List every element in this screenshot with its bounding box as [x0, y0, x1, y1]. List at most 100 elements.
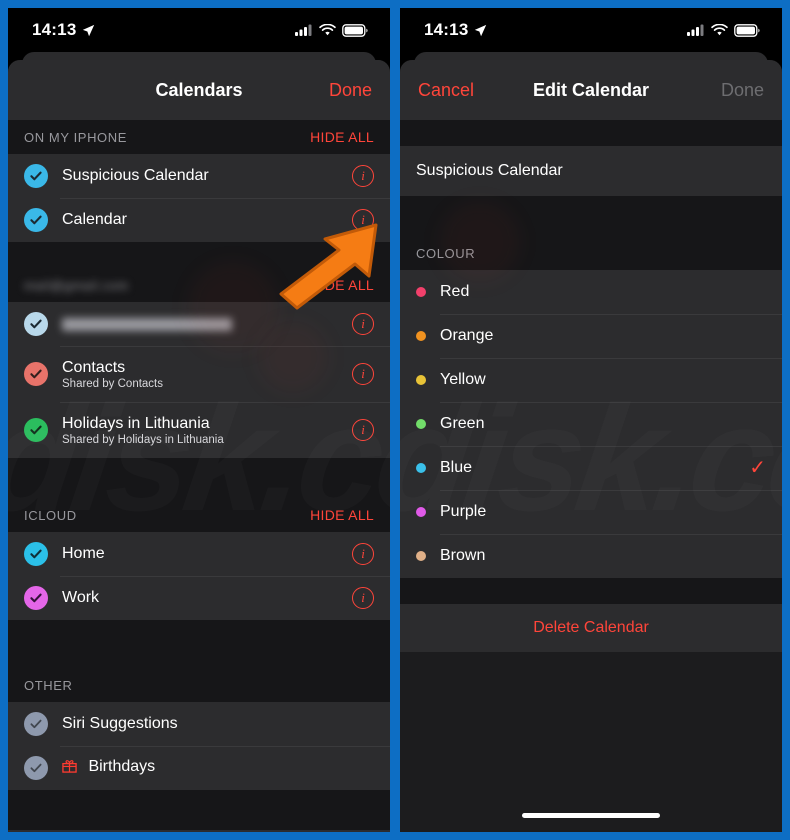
list-item-colour-blue[interactable]: Blue ✓	[400, 446, 782, 490]
list-item-label: Holidays in Lithuania	[62, 414, 210, 432]
battery-full-icon	[342, 23, 368, 37]
info-icon[interactable]: i	[352, 313, 374, 335]
section-gap	[400, 120, 782, 146]
location-arrow-icon	[475, 24, 487, 36]
list-item-label: Home	[62, 545, 105, 562]
list-item-colour-red[interactable]: Red	[400, 270, 782, 314]
list-item-text: Contacts Shared by Contacts	[62, 359, 352, 390]
bottom-toolbar: Add Calendar Hide All	[8, 830, 390, 832]
list-item-text: Holidays in Lithuania Shared by Holidays…	[62, 415, 352, 446]
selected-checkmark-icon: ✓	[749, 457, 766, 479]
list-item-text: Birthdays	[62, 758, 374, 778]
done-button[interactable]: Done	[329, 80, 372, 101]
checkmark-circle-icon[interactable]	[24, 312, 48, 336]
colour-label: Red	[440, 283, 470, 300]
right-sheet-wrapper: disk.com Cancel Edit Calendar Done Suspi…	[400, 52, 782, 832]
info-icon[interactable]: i	[352, 165, 374, 187]
list-item[interactable]: calendar@gmail.com i	[8, 302, 390, 346]
colour-label: Purple	[440, 503, 487, 520]
info-icon[interactable]: i	[352, 419, 374, 441]
colour-dot-icon	[416, 463, 426, 473]
list-item[interactable]: Home i	[8, 532, 390, 576]
colour-dot-icon	[416, 507, 426, 517]
checkmark-circle-icon[interactable]	[24, 208, 48, 232]
list-item-text: Home	[62, 545, 352, 563]
checkmark-circle-icon[interactable]	[24, 756, 48, 780]
section-gap	[8, 790, 390, 830]
calendar-name-input[interactable]: Suspicious Calendar	[400, 146, 782, 196]
status-time: 14:13	[424, 20, 469, 39]
list-item-label: Suspicious Calendar	[62, 167, 209, 184]
list-item-colour-orange[interactable]: Orange	[400, 314, 782, 358]
section-header-colour: COLOUR	[400, 236, 782, 270]
hide-all-link[interactable]: HIDE ALL	[310, 277, 374, 293]
list-item[interactable]: Birthdays	[8, 746, 390, 790]
list-item-label: Siri Suggestions	[62, 715, 178, 732]
cellular-signal-icon	[687, 24, 704, 36]
list-item[interactable]: Siri Suggestions	[8, 702, 390, 746]
home-indicator-area-right	[400, 798, 782, 832]
status-bar-left-group: 14:13	[424, 20, 487, 40]
status-bar-right-group	[295, 23, 368, 37]
section-header-on-my-iphone: ON MY IPHONE HIDE ALL	[8, 120, 390, 154]
list-item-colour-yellow[interactable]: Yellow	[400, 358, 782, 402]
calendar-group-other: Siri Suggestions Birthdays	[8, 702, 390, 790]
list-item-colour-green[interactable]: Green	[400, 402, 782, 446]
colour-dot-icon	[416, 375, 426, 385]
list-item-label: Work	[62, 589, 100, 606]
list-item[interactable]: Work i	[8, 576, 390, 620]
list-item-colour-purple[interactable]: Purple	[400, 490, 782, 534]
colour-label: Brown	[440, 547, 486, 564]
colour-label: Blue	[440, 459, 473, 476]
list-item[interactable]: Calendar i	[8, 198, 390, 242]
cellular-signal-icon	[295, 24, 312, 36]
gift-icon	[62, 758, 77, 778]
status-bar-left: 14:13	[8, 8, 390, 52]
checkmark-circle-icon[interactable]	[24, 712, 48, 736]
colour-dot-icon	[416, 287, 426, 297]
status-time: 14:13	[32, 20, 77, 39]
checkmark-circle-icon[interactable]	[24, 542, 48, 566]
checkmark-circle-icon[interactable]	[24, 418, 48, 442]
info-icon[interactable]: i	[352, 543, 374, 565]
colour-label: Yellow	[440, 371, 486, 388]
info-icon[interactable]: i	[352, 587, 374, 609]
list-item-colour-brown[interactable]: Brown	[400, 534, 782, 578]
list-item[interactable]: Contacts Shared by Contacts i	[8, 346, 390, 402]
colour-label: Orange	[440, 327, 494, 344]
right-phone-screenshot: 14:13 Cancel Edit Calendar Done Suspicio…	[400, 8, 782, 832]
hide-all-link[interactable]: HIDE ALL	[310, 129, 374, 145]
colour-dot-icon	[416, 551, 426, 561]
section-title: ICLOUD	[24, 507, 77, 523]
calendar-group-account: calendar@gmail.com i Contacts Shared by …	[8, 302, 390, 458]
section-title: ON MY IPHONE	[24, 129, 128, 145]
left-phone-screenshot: 14:13 Calendars Done ON MY IPHONE HIDE A…	[8, 8, 390, 832]
status-bar-left-group: 14:13	[32, 20, 95, 40]
section-gap	[8, 458, 390, 498]
info-icon[interactable]: i	[352, 363, 374, 385]
checkmark-circle-icon[interactable]	[24, 586, 48, 610]
list-item-text: Calendar	[62, 211, 352, 229]
list-item[interactable]: Holidays in Lithuania Shared by Holidays…	[8, 402, 390, 458]
section-gap	[400, 196, 782, 236]
checkmark-circle-icon[interactable]	[24, 362, 48, 386]
calendars-sheet: Calendars Done ON MY IPHONE HIDE ALL Sus…	[8, 60, 390, 832]
edit-calendar-body: Suspicious Calendar COLOUR Red Orange Ye…	[400, 120, 782, 832]
section-header-other: OTHER	[8, 668, 390, 702]
checkmark-circle-icon[interactable]	[24, 164, 48, 188]
battery-full-icon	[734, 23, 760, 37]
wifi-icon	[711, 24, 728, 36]
status-bar-right: 14:13	[400, 8, 782, 52]
section-gap	[400, 578, 782, 604]
section-title: COLOUR	[416, 245, 476, 261]
list-item[interactable]: Suspicious Calendar i	[8, 154, 390, 198]
empty-area	[400, 652, 782, 798]
hide-all-link[interactable]: HIDE ALL	[310, 507, 374, 523]
home-indicator[interactable]	[522, 812, 660, 818]
status-bar-right-group	[687, 23, 760, 37]
delete-calendar-button[interactable]: Delete Calendar	[400, 604, 782, 652]
cancel-button[interactable]: Cancel	[418, 80, 474, 101]
info-icon[interactable]: i	[352, 209, 374, 231]
colour-label: Green	[440, 415, 485, 432]
left-sheet-wrapper: disk.com Calendars Done ON MY IPHONE HID…	[8, 52, 390, 832]
